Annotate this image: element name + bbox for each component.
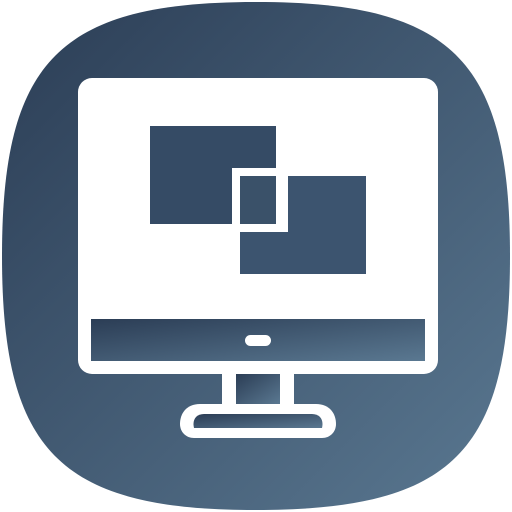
- window-overlap: [240, 176, 276, 224]
- power-button-icon: [245, 335, 271, 346]
- app-icon: [0, 0, 512, 512]
- app-icon-graphic: [2, 2, 510, 510]
